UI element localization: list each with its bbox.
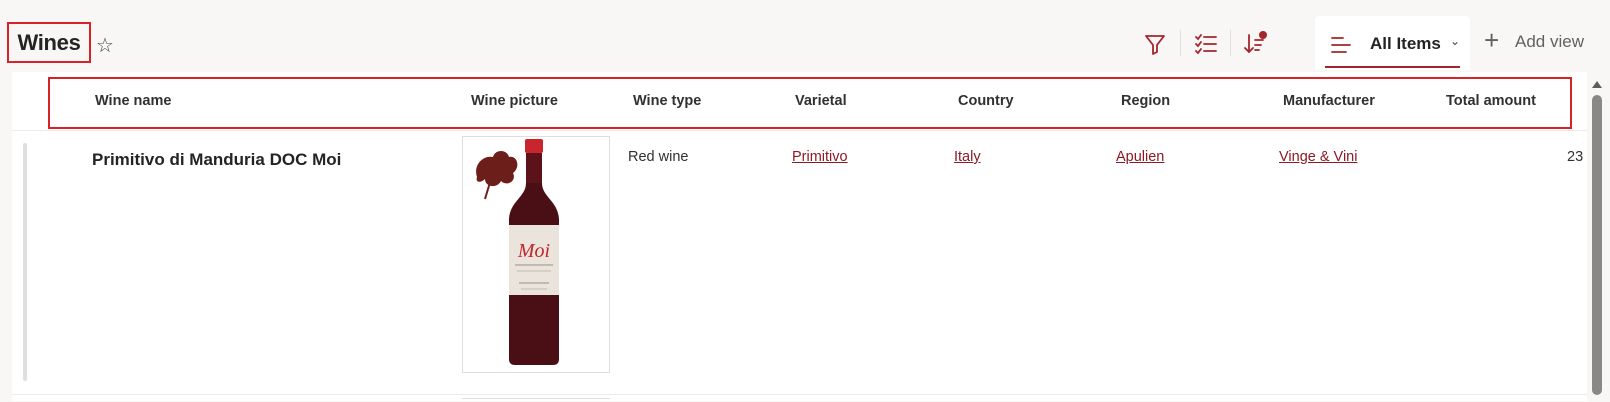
- row-selection-bar[interactable]: [23, 143, 27, 381]
- manufacturer-link[interactable]: Vinge & Vini: [1279, 149, 1357, 165]
- chevron-down-icon[interactable]: ⌄: [1450, 34, 1460, 48]
- column-header-wine-picture[interactable]: Wine picture: [471, 93, 558, 109]
- add-view-label: Add view: [1515, 32, 1584, 51]
- column-header-region[interactable]: Region: [1121, 93, 1170, 109]
- view-switcher[interactable]: All Items ⌄: [1325, 29, 1460, 68]
- bottle-label-text: Moi: [517, 240, 550, 262]
- region-link[interactable]: Apulien: [1116, 149, 1164, 165]
- star-icon[interactable]: ☆: [96, 33, 114, 58]
- wine-picture-cell[interactable]: Moi: [462, 136, 610, 373]
- list-lines-icon: [1331, 37, 1351, 53]
- column-header-country[interactable]: Country: [958, 93, 1014, 109]
- wine-name-cell[interactable]: Primitivo di Manduria DOC Moi: [92, 150, 341, 170]
- column-header-varietal[interactable]: Varietal: [795, 93, 847, 109]
- column-header-wine-name[interactable]: Wine name: [95, 93, 171, 109]
- view-label: All Items: [1370, 34, 1441, 53]
- header-divider: [12, 130, 1587, 131]
- view-tab: All Items ⌄: [1315, 16, 1470, 70]
- varietal-link[interactable]: Primitivo: [792, 149, 848, 165]
- column-header-total-amount[interactable]: Total amount: [1446, 93, 1536, 109]
- column-header-manufacturer[interactable]: Manufacturer: [1283, 93, 1375, 109]
- column-header-wine-type[interactable]: Wine type: [633, 93, 701, 109]
- country-link[interactable]: Italy: [954, 149, 981, 165]
- checklist-icon[interactable]: [1192, 30, 1220, 58]
- toolbar-separator: [1230, 30, 1231, 56]
- wine-type-cell: Red wine: [628, 149, 689, 165]
- vertical-scrollbar-thumb[interactable]: [1592, 95, 1602, 395]
- next-wine-picture-cell: [462, 398, 610, 402]
- row-divider: [12, 394, 1587, 395]
- total-amount-cell: 23: [1567, 149, 1584, 165]
- toolbar-separator: [1180, 30, 1181, 56]
- wine-bottle-image: Moi: [476, 139, 559, 365]
- scroll-up-arrow-icon[interactable]: [1591, 76, 1603, 88]
- list-title[interactable]: Wines: [17, 30, 80, 56]
- list-title-highlight: Wines: [7, 22, 91, 63]
- plus-icon: +: [1484, 25, 1500, 55]
- filter-icon[interactable]: [1141, 30, 1169, 58]
- sort-descending-icon[interactable]: [1241, 30, 1269, 58]
